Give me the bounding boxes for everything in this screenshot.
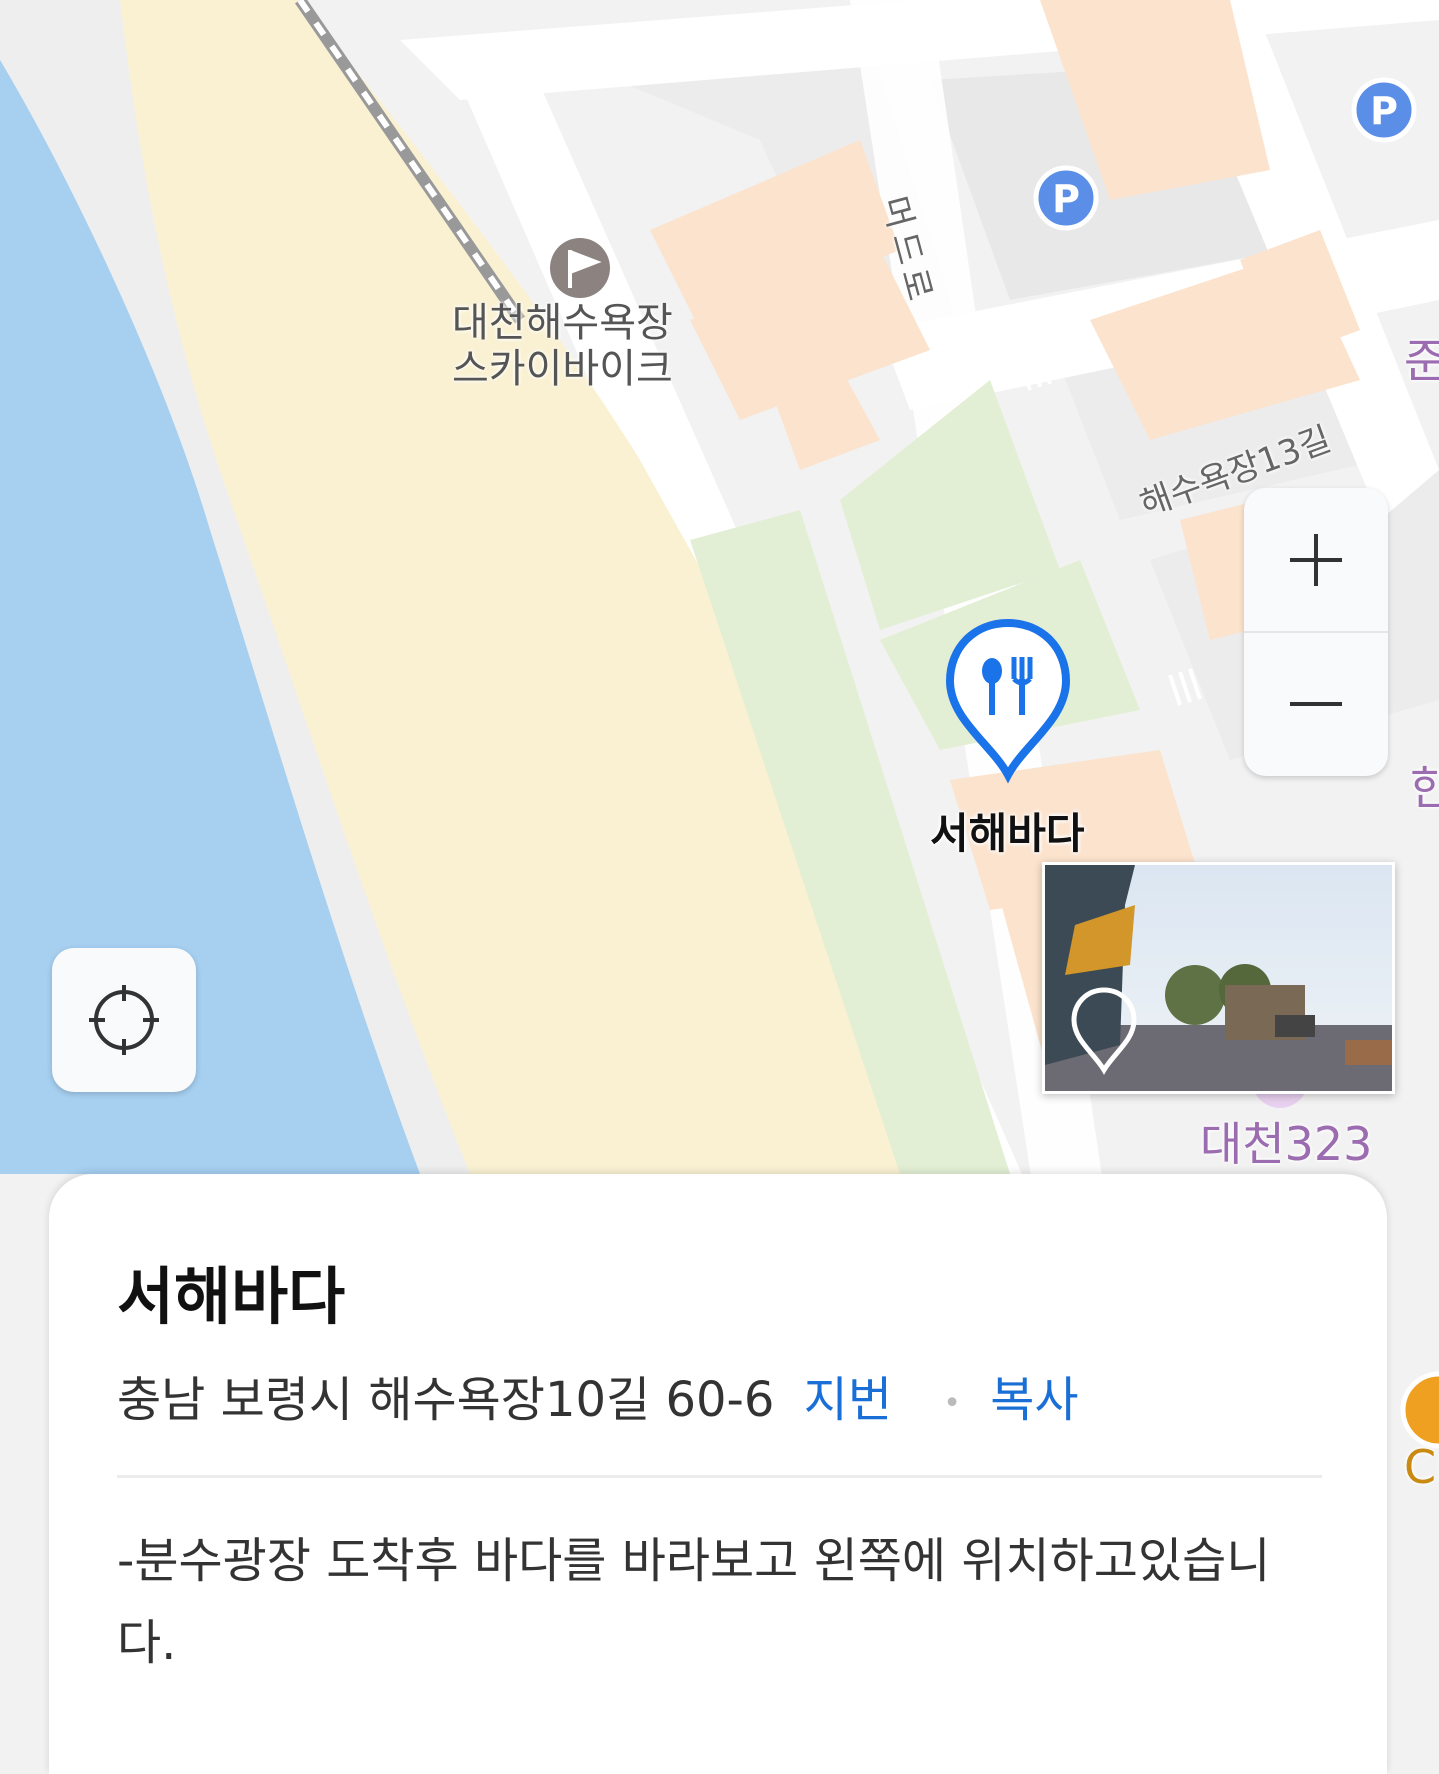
selected-pin-label[interactable]: 서해바다 <box>930 800 1085 861</box>
skybike-label: 대천해수욕장 스카이바이크 <box>452 300 673 392</box>
parking-letter: P <box>1370 89 1398 133</box>
partial-label: 한 <box>1410 761 1439 815</box>
place-title: 서해바다 <box>117 1260 346 1333</box>
jibun-link[interactable]: 지번 <box>804 1372 892 1428</box>
streetview-thumbnail[interactable] <box>1042 862 1395 1094</box>
zoom-in-icon <box>1290 534 1342 586</box>
restaurant-pin-icon[interactable] <box>942 615 1074 787</box>
zoom-out-icon <box>1290 702 1342 706</box>
flag-icon[interactable] <box>550 238 610 298</box>
partial-label: 준 <box>1404 334 1439 388</box>
zoom-out-button[interactable] <box>1244 632 1388 776</box>
copy-link[interactable]: 복사 <box>990 1372 1078 1428</box>
crosshair-icon <box>89 985 159 1055</box>
partial-label: CI <box>1404 1440 1439 1494</box>
parking-icon[interactable]: P <box>1033 165 1099 231</box>
parking-icon[interactable]: P <box>1351 77 1417 143</box>
zoom-control <box>1244 488 1388 776</box>
current-location-button[interactable] <box>52 948 196 1092</box>
parking-letter: P <box>1052 177 1080 221</box>
zoom-in-button[interactable] <box>1244 488 1388 632</box>
streetview-pin-icon <box>1071 987 1137 1075</box>
card-divider <box>117 1475 1322 1478</box>
separator-dot: • <box>943 1385 961 1421</box>
place-info-card[interactable]: 서해바다 충남 보령시 해수욕장10길 60-6 지번 • 복사 -분수광장 도… <box>49 1174 1387 1774</box>
daecheon323-label[interactable]: 대천323 <box>1200 1108 1372 1174</box>
place-address-row: 충남 보령시 해수욕장10길 60-6 지번 • 복사 <box>117 1360 1079 1430</box>
place-address: 충남 보령시 해수욕장10길 60-6 <box>117 1372 775 1428</box>
place-description: -분수광장 도착후 바다를 바라보고 왼쪽에 위치하고있습니다. <box>117 1533 1271 1671</box>
